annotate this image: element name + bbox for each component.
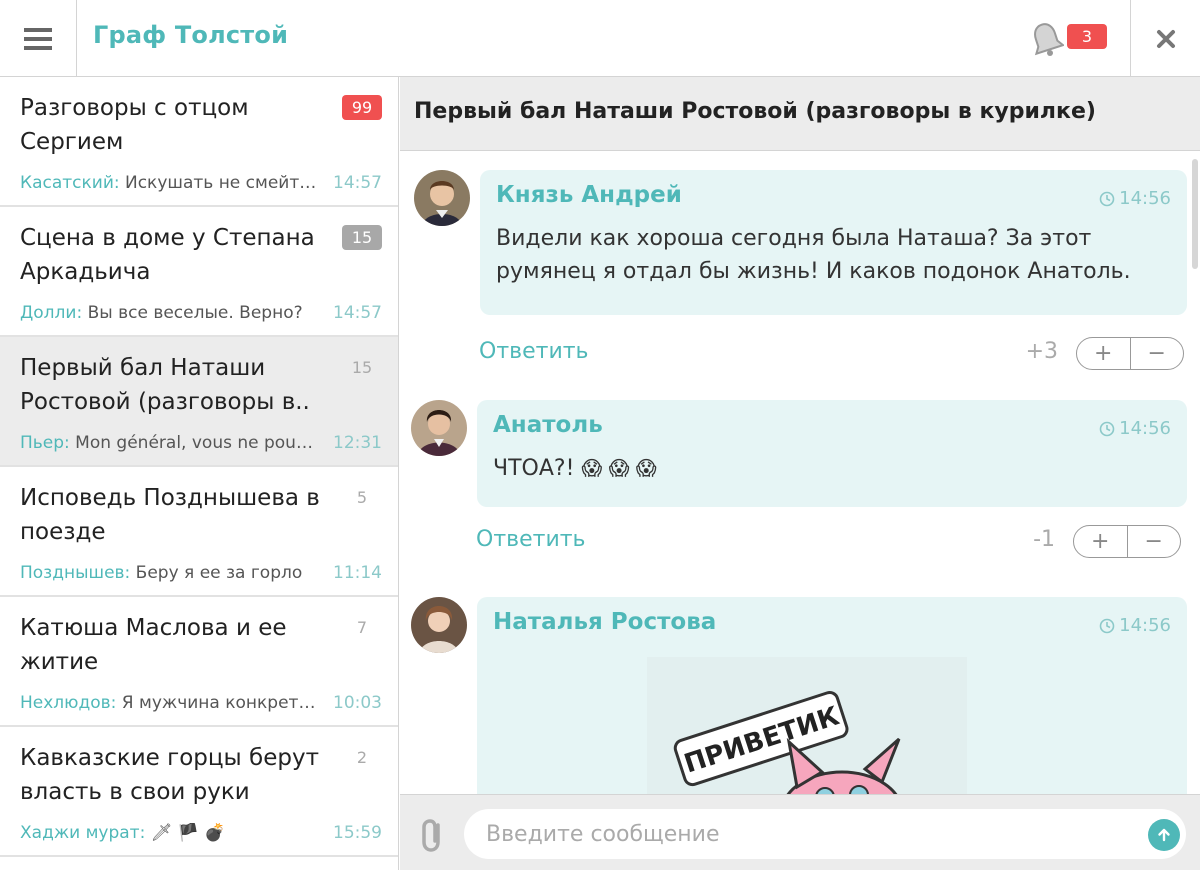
chat-last-author: Пьер:	[20, 433, 70, 453]
downvote-button[interactable]: −	[1128, 526, 1181, 557]
chat-time: 10:03	[333, 693, 382, 713]
chat-last-author: Долли:	[20, 303, 83, 323]
message-bubble: Князь Андрей 14:56 Видели как хороша сег…	[480, 170, 1187, 315]
chat-name: Катюша Маслова и ее житие	[20, 615, 287, 675]
chat-last-text: Беру я ее за горло	[130, 563, 303, 583]
chat-time: 11:14	[333, 563, 382, 583]
chat-time: 14:57	[333, 303, 382, 323]
chat-last-text: Я мужчина конкретный	[116, 693, 320, 713]
menu-button[interactable]	[0, 0, 77, 77]
message-time: 14:56	[1099, 418, 1171, 439]
chat-last-message: Касатский: Искушать не смейтесь	[20, 173, 320, 193]
user-portrait-icon	[414, 170, 470, 226]
message-time-text: 14:56	[1119, 418, 1171, 439]
message-count: 7	[356, 618, 368, 637]
reply-link[interactable]: Ответить	[476, 527, 586, 552]
chat-last-author: Позднышев:	[20, 563, 131, 583]
send-button[interactable]	[1148, 819, 1180, 851]
message-composer	[400, 794, 1200, 870]
scrollbar[interactable]	[1192, 159, 1198, 269]
message-input[interactable]	[464, 809, 1186, 859]
chat-list-item[interactable]: Кавказские горцы берут власть в свои рук…	[0, 727, 398, 857]
message-bubble: Анатоль 14:56 ЧТОА?! 😱 😱 😱	[477, 400, 1187, 507]
vote-control: + −	[1076, 337, 1184, 370]
paperclip-icon[interactable]	[416, 815, 448, 855]
chat-list-item[interactable]: Исповедь Позднышева в поезде 5 Позднышев…	[0, 467, 398, 597]
chat-last-author: Касатский:	[20, 173, 120, 193]
chat-time: 12:31	[333, 433, 382, 453]
message-time-text: 14:56	[1119, 615, 1171, 636]
chat-name: Сцена в доме у Степана Аркадьича	[20, 225, 315, 285]
scream-emoji: 😱 😱 😱	[581, 456, 657, 480]
clock-icon	[1099, 191, 1115, 206]
app-header: Граф Толстой 3	[0, 0, 1200, 77]
message-time: 14:56	[1099, 188, 1171, 209]
notification-count-badge: 3	[1067, 24, 1107, 49]
unread-count-badge: 15	[342, 225, 382, 250]
reply-link[interactable]: Ответить	[479, 339, 589, 364]
conversation-header: Первый бал Наташи Ростовой (разговоры в …	[400, 77, 1200, 151]
close-icon	[1156, 29, 1175, 48]
message-author: Князь Андрей	[496, 182, 682, 208]
chat-list-sidebar: Разговоры с отцом Сергием 99 Касатский: …	[0, 77, 399, 870]
chat-last-message: Позднышев: Беру я ее за горло	[20, 563, 320, 583]
avatar[interactable]	[411, 597, 467, 653]
hamburger-icon	[24, 27, 52, 50]
message-score: -1	[1033, 527, 1055, 552]
chat-time: 14:57	[333, 173, 382, 193]
clock-icon	[1099, 618, 1115, 633]
message-text-content: ЧТОА?!	[493, 456, 575, 481]
arrow-up-icon	[1158, 828, 1170, 842]
app-title: Граф Толстой	[93, 21, 289, 49]
chat-list-item[interactable]: Разговоры с отцом Сергием 99 Касатский: …	[0, 77, 398, 207]
chat-last-message: Долли: Вы все веселые. Верно?	[20, 303, 320, 323]
message-text-line: Видели как хороша сегодня была Наташа? З…	[496, 226, 1092, 251]
chat-last-text: Mon général, vous ne pouvez	[69, 433, 320, 453]
user-portrait-icon	[411, 400, 467, 456]
message-author: Анатоль	[493, 412, 603, 438]
message-score: +3	[1025, 339, 1058, 364]
message-text: Видели как хороша сегодня была Наташа? З…	[496, 222, 1131, 288]
chat-last-author: Хаджи мурат:	[20, 823, 146, 843]
downvote-button[interactable]: −	[1131, 338, 1184, 369]
chat-name: Кавказские горцы берут власть в свои рук…	[20, 745, 319, 805]
chat-last-message: Хаджи мурат: 🗡 🏴 💣	[20, 823, 320, 843]
chat-name: Разговоры с отцом Сергием	[20, 95, 249, 155]
chat-last-text: 🗡 🏴 💣	[145, 823, 226, 843]
upvote-button[interactable]: +	[1077, 338, 1131, 369]
message-text-line: румянец я отдал бы жизнь! И каков подоно…	[496, 259, 1131, 284]
avatar[interactable]	[414, 170, 470, 226]
chat-last-message: Пьер: Mon général, vous ne pouvez	[20, 433, 320, 453]
bell-icon[interactable]	[1028, 20, 1064, 58]
chat-list-item[interactable]: Катюша Маслова и ее житие 7 Нехлюдов: Я …	[0, 597, 398, 727]
message-text: ЧТОА?! 😱 😱 😱	[493, 452, 657, 485]
message-author: Наталья Ростова	[493, 609, 717, 635]
chat-list-item[interactable]: Сцена в доме у Степана Аркадьича 15 Долл…	[0, 207, 398, 337]
message-time-text: 14:56	[1119, 188, 1171, 209]
message-bubble: Наталья Ростова 14:56 ПРИВЕТИК	[477, 597, 1187, 794]
chat-last-text: Искушать не смейтесь	[119, 173, 320, 193]
vote-control: + −	[1073, 525, 1181, 558]
message-count: 2	[356, 748, 368, 767]
sticker-image: ПРИВЕТИК	[647, 657, 967, 794]
chat-last-text: Вы все веселые. Верно?	[82, 303, 303, 323]
message-count: 15	[351, 358, 373, 377]
chat-name: Первый бал Наташи Ростовой (разговоры в.…	[20, 355, 310, 415]
avatar[interactable]	[411, 400, 467, 456]
chat-list-item-active[interactable]: Первый бал Наташи Ростовой (разговоры в.…	[0, 337, 398, 467]
message-list[interactable]: Князь Андрей 14:56 Видели как хороша сег…	[400, 151, 1200, 794]
clock-icon	[1099, 421, 1115, 436]
chat-last-message: Нехлюдов: Я мужчина конкретный	[20, 693, 320, 713]
chat-time: 15:59	[333, 823, 382, 843]
unread-count-badge: 99	[342, 95, 382, 120]
close-button[interactable]	[1130, 0, 1200, 77]
chat-name: Исповедь Позднышева в поезде	[20, 485, 320, 545]
chat-last-author: Нехлюдов:	[20, 693, 117, 713]
conversation-title: Первый бал Наташи Ростовой (разговоры в …	[414, 99, 1096, 124]
upvote-button[interactable]: +	[1074, 526, 1128, 557]
message-count: 5	[356, 488, 368, 507]
message-time: 14:56	[1099, 615, 1171, 636]
user-portrait-icon	[411, 597, 467, 653]
